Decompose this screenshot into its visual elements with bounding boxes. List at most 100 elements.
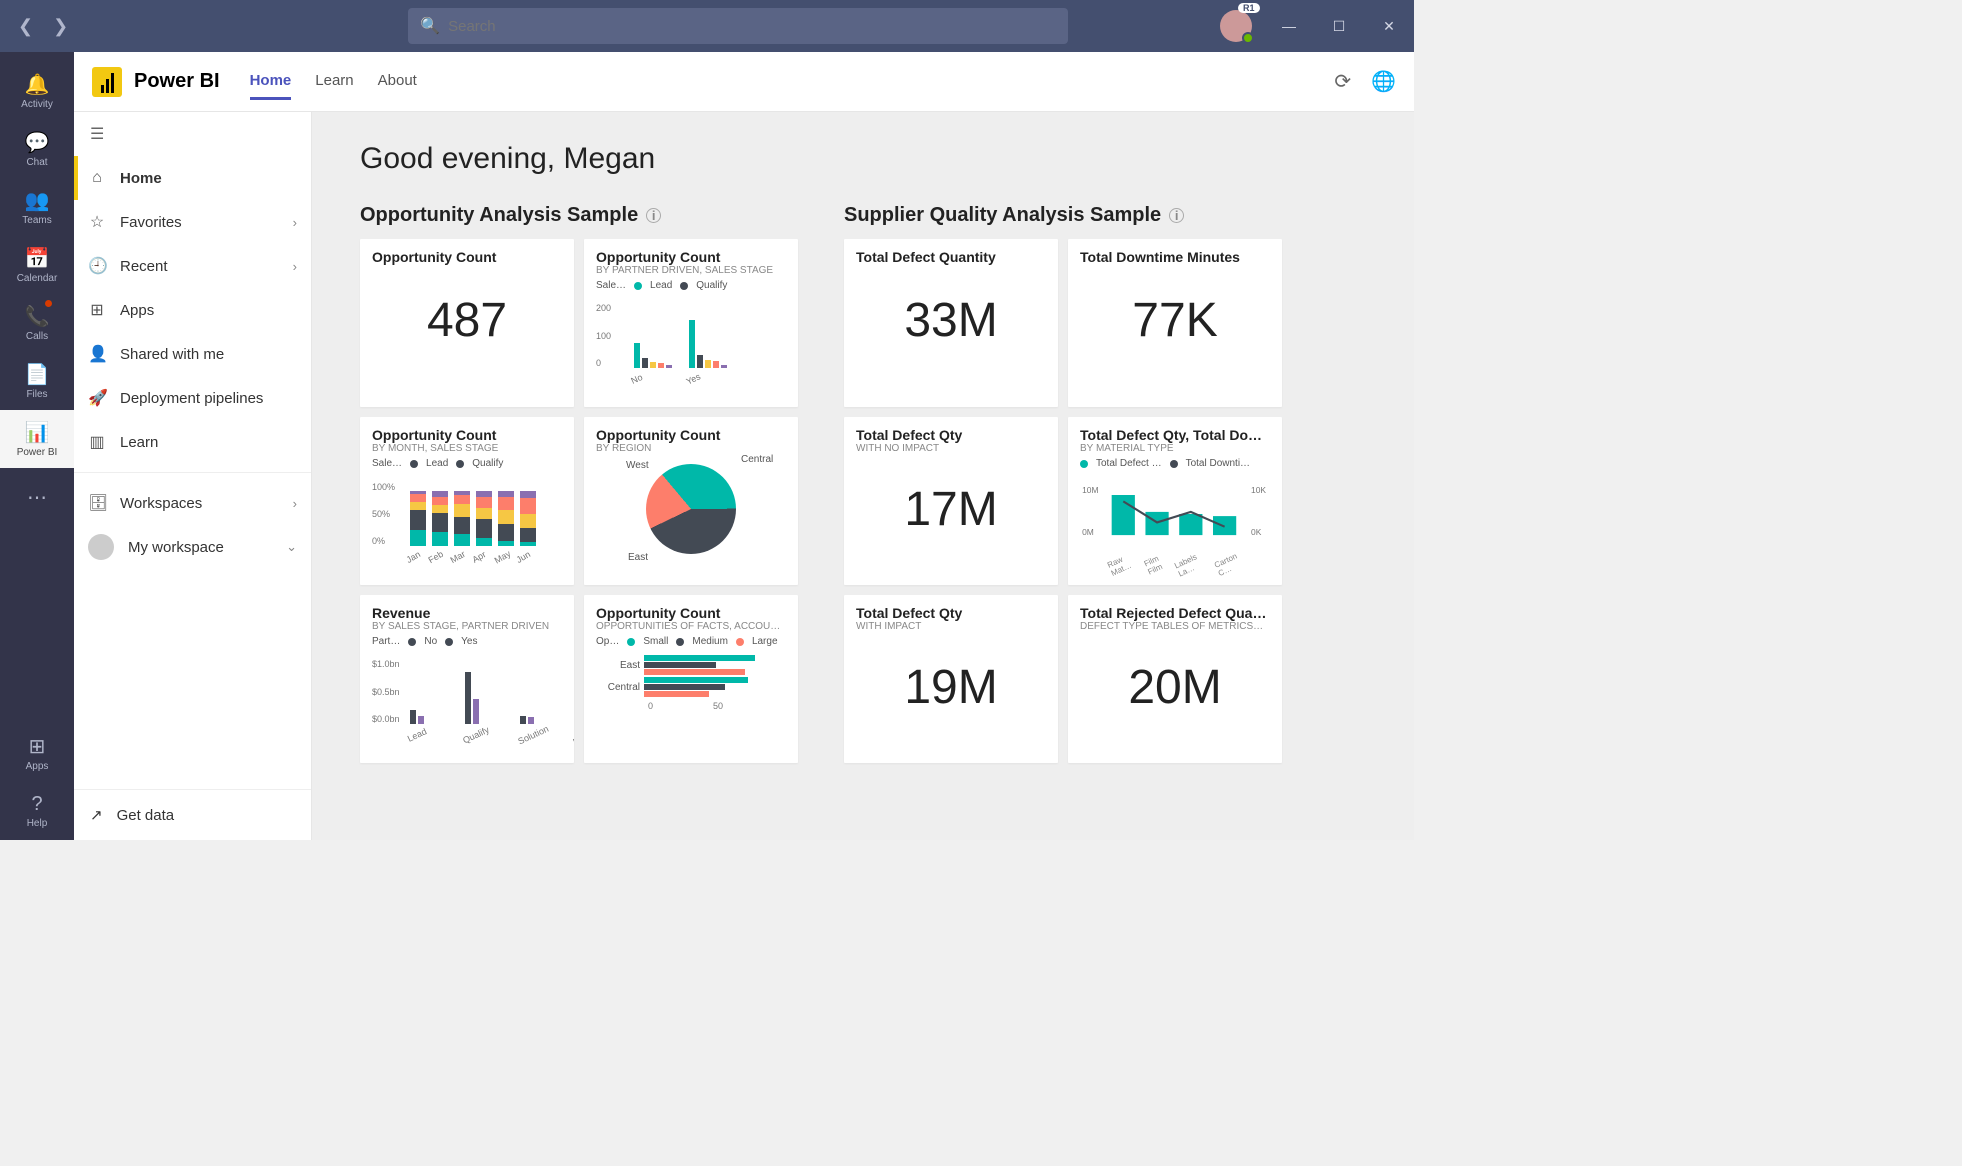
pbi-left-nav: ☰ ⌂Home☆Favorites›🕘Recent›⊞Apps👤Shared w… xyxy=(74,112,312,840)
globe-icon[interactable]: 🌐 xyxy=(1371,69,1396,94)
nav-label: Shared with me xyxy=(120,346,224,363)
rail-label: Chat xyxy=(26,157,47,168)
greeting-text: Good evening, Megan xyxy=(360,142,1366,176)
tile-oc1[interactable]: Opportunity Count487 xyxy=(360,239,574,407)
rail-item-calendar[interactable]: 📅 Calendar xyxy=(0,236,74,294)
search-input[interactable] xyxy=(448,18,1056,35)
tile-tdq[interactable]: Total Defect Quantity 33M xyxy=(844,239,1058,407)
nav-label: Recent xyxy=(120,258,168,275)
app-title: Power BI xyxy=(134,70,220,93)
legend: Sale…LeadQualify xyxy=(372,458,562,469)
maximize-button[interactable]: ☐ xyxy=(1326,18,1352,35)
get-data-button[interactable]: ↗ Get data xyxy=(74,789,311,840)
tile-subtitle: WITH NO IMPACT xyxy=(856,443,1046,454)
tile-subtitle: WITH IMPACT xyxy=(856,621,1046,632)
avatar[interactable]: R1 xyxy=(1220,10,1252,42)
rail-item-chat[interactable]: 💬Chat xyxy=(0,120,74,178)
chart: EastCentral050 xyxy=(596,655,786,745)
tile-tdqt[interactable]: Total Defect Qty, Total Do…BY MATERIAL T… xyxy=(1068,417,1282,585)
nav-item-favorites[interactable]: ☆Favorites› xyxy=(74,200,311,244)
nav-item-deployment-pipelines[interactable]: 🚀 Deployment pipelines xyxy=(74,376,311,420)
tile-oc2[interactable]: Opportunity CountBY PARTNER DRIVEN, SALE… xyxy=(584,239,798,407)
chart: 0%50%100%JanFebMarAprMayJun xyxy=(372,474,562,564)
tile-title: Total Downtime Minutes xyxy=(1080,249,1270,265)
nav-workspaces[interactable]: 🗄 Workspaces › xyxy=(74,481,311,525)
tile-oc4[interactable]: Opportunity CountBY REGIONCentralEastWes… xyxy=(584,417,798,585)
rail-label: Apps xyxy=(26,761,49,772)
tab-learn[interactable]: Learn xyxy=(315,64,353,100)
rail-item-help[interactable]: ?Help xyxy=(0,782,74,840)
rail-item-activity[interactable]: 🔔Activity xyxy=(0,62,74,120)
section-title: Supplier Quality Analysis Sample i xyxy=(844,204,1282,227)
svg-text:10M: 10M xyxy=(1082,485,1098,495)
nav-item-apps[interactable]: ⊞Apps xyxy=(74,288,311,332)
tile-subtitle: BY SALES STAGE, PARTNER DRIVEN xyxy=(372,621,562,632)
presence-indicator xyxy=(1242,32,1254,44)
help-icon: ? xyxy=(31,793,42,816)
hamburger-icon[interactable]: ☰ xyxy=(74,112,311,156)
info-icon[interactable]: i xyxy=(1169,208,1184,223)
rail-item-more[interactable]: ⋯ xyxy=(0,468,74,526)
tile-title: Total Defect Qty xyxy=(856,605,1046,621)
tile-title: Opportunity Count xyxy=(372,427,562,443)
tile-title: Total Defect Quantity xyxy=(856,249,1046,265)
legend: Total Defect …Total Downti… xyxy=(1080,458,1270,469)
legend: Part…NoYes xyxy=(372,636,562,647)
get-data-label: Get data xyxy=(117,807,175,824)
tile-subtitle: BY REGION xyxy=(596,443,786,454)
metric-value: 33M xyxy=(856,293,1046,348)
calendar-icon: 📅 xyxy=(25,246,50,271)
info-icon[interactable]: i xyxy=(646,208,661,223)
learn-icon: ▥ xyxy=(88,432,106,452)
pbi-tabs: Home Learn About xyxy=(250,64,417,100)
tile-trdq[interactable]: Total Rejected Defect Qua…DEFECT TYPE TA… xyxy=(1068,595,1282,763)
files-icon: 📄 xyxy=(25,362,50,387)
notification-dot xyxy=(45,300,52,307)
svg-text:0K: 0K xyxy=(1251,527,1262,537)
rail-item-teams[interactable]: 👥Teams xyxy=(0,178,74,236)
tile-title: Total Rejected Defect Qua… xyxy=(1080,605,1270,621)
avatar-status-badge: R1 xyxy=(1238,3,1260,13)
chart: 0M10M0K10KRaw Mat…Film FilmLabels La…Car… xyxy=(1080,474,1270,564)
metric-value: 77K xyxy=(1080,293,1270,348)
calls-icon: 📞 xyxy=(25,304,50,329)
rail-item-files[interactable]: 📄Files xyxy=(0,352,74,410)
nav-my-workspace[interactable]: My workspace ⌄ xyxy=(74,525,311,569)
chart: 0100200NoYes xyxy=(596,296,786,386)
tile-oc5[interactable]: Opportunity CountOPPORTUNITIES OF FACTS,… xyxy=(584,595,798,763)
tile-tdqn[interactable]: Total Defect QtyWITH NO IMPACT17M xyxy=(844,417,1058,585)
home-icon: ⌂ xyxy=(88,169,106,187)
get-data-icon: ↗ xyxy=(90,806,103,824)
nav-item-learn[interactable]: ▥ Learn xyxy=(74,420,311,464)
search-box[interactable]: 🔍 xyxy=(408,8,1068,44)
tile-subtitle: BY MATERIAL TYPE xyxy=(1080,443,1270,454)
rail-item-power bi[interactable]: 📊Power BI xyxy=(0,410,74,468)
close-button[interactable]: ✕ xyxy=(1376,18,1402,35)
forward-arrow[interactable]: ❯ xyxy=(53,16,68,37)
nav-item-shared-with-me[interactable]: 👤Shared with me xyxy=(74,332,311,376)
deployment-pipelines-icon: 🚀 xyxy=(88,388,106,408)
refresh-icon[interactable]: ⟳ xyxy=(1334,69,1351,94)
search-icon: 🔍 xyxy=(420,16,440,36)
rail-item-calls[interactable]: 📞Calls xyxy=(0,294,74,352)
tab-home[interactable]: Home xyxy=(250,64,292,100)
tab-about[interactable]: About xyxy=(378,64,417,100)
teams-icon: 👥 xyxy=(25,188,50,213)
minimize-button[interactable]: — xyxy=(1276,18,1302,34)
favorites-icon: ☆ xyxy=(88,212,106,232)
tile-title: Opportunity Count xyxy=(596,427,786,443)
tile-tdm[interactable]: Total Downtime Minutes 77K xyxy=(1068,239,1282,407)
tile-oc3[interactable]: Opportunity CountBY MONTH, SALES STAGESa… xyxy=(360,417,574,585)
tile-rev[interactable]: RevenueBY SALES STAGE, PARTNER DRIVENPar… xyxy=(360,595,574,763)
rail-label: Calendar xyxy=(17,273,58,284)
nav-item-recent[interactable]: 🕘Recent› xyxy=(74,244,311,288)
tile-tdqi[interactable]: Total Defect QtyWITH IMPACT19M xyxy=(844,595,1058,763)
nav-label: Learn xyxy=(120,434,158,451)
nav-item-home[interactable]: ⌂Home xyxy=(74,156,311,200)
rail-item-apps[interactable]: ⊞Apps xyxy=(0,724,74,782)
rail-label: Activity xyxy=(21,99,53,110)
tile-subtitle: DEFECT TYPE TABLES OF METRICS… xyxy=(1080,621,1270,632)
powerbi-logo-icon xyxy=(92,67,122,97)
back-arrow[interactable]: ❮ xyxy=(18,16,33,37)
nav-label: Deployment pipelines xyxy=(120,390,263,407)
